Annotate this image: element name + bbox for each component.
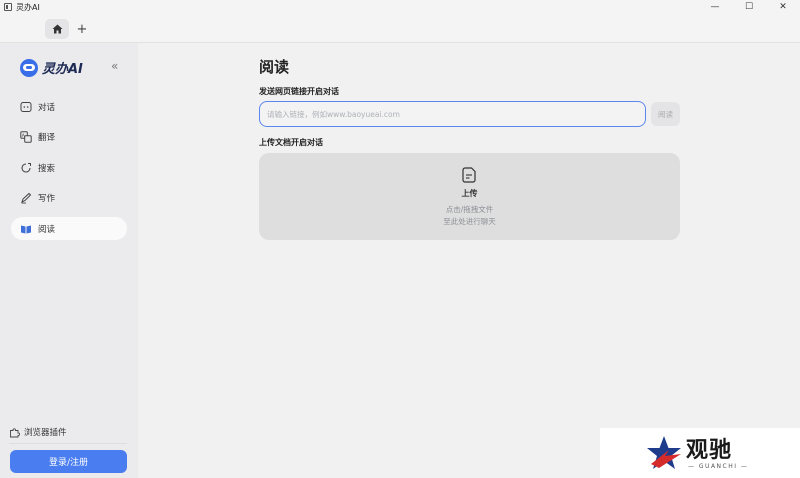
upload-title: 上传 (461, 189, 478, 198)
app-icon (4, 3, 12, 11)
sidebar-item-search[interactable]: 搜索 (11, 156, 127, 179)
book-icon (20, 223, 32, 235)
tab-bar: + (0, 14, 800, 43)
brand: 灵办AI (20, 58, 83, 77)
home-tab[interactable] (45, 19, 69, 39)
sidebar-nav: 对话 A 翻译 搜索 写作 阅读 (11, 95, 127, 248)
sidebar-item-write[interactable]: 写作 (11, 187, 127, 210)
sidebar-item-read[interactable]: 阅读 (11, 217, 127, 240)
upload-section-label: 上传文档开启对话 (259, 138, 323, 147)
title-bar: 灵办AI — ☐ ✕ (0, 0, 800, 14)
sidebar-item-label: 翻译 (38, 133, 56, 143)
sidebar-item-label: 搜索 (38, 163, 56, 174)
sidebar-item-chat[interactable]: 对话 (11, 95, 127, 118)
upload-hint: 点击/拖拽文件 (445, 205, 494, 214)
sidebar-item-label: 写作 (38, 194, 56, 204)
window-title: 灵办AI (16, 2, 40, 12)
watermark-text: 观驰 (686, 438, 733, 463)
new-tab-button[interactable]: + (72, 19, 92, 39)
main-content: 阅读 发送网页链接开启对话 阅读 上传文档开启对话 上传 点击/拖拽文件 至此处… (138, 43, 800, 478)
close-button[interactable]: ✕ (766, 0, 800, 14)
chat-icon (20, 101, 32, 113)
search-icon (20, 162, 32, 174)
brand-logo-icon (20, 58, 38, 77)
star-logo-icon (647, 436, 681, 469)
sidebar-item-label: 阅读 (38, 224, 56, 235)
translate-icon: A (20, 131, 32, 143)
watermark: 观驰 — GUANCHI — (600, 428, 800, 478)
watermark-subtext: — GUANCHI — (688, 463, 749, 470)
read-button[interactable]: 阅读 (651, 102, 680, 126)
window-controls: — ☐ ✕ (698, 0, 800, 14)
upload-hint: 至此处进行聊天 (443, 217, 496, 226)
browser-plugin-link[interactable]: 浏览器插件 (9, 426, 67, 438)
collapse-sidebar-button[interactable]: « (111, 59, 118, 73)
link-section-label: 发送网页链接开启对话 (259, 87, 339, 96)
divider (9, 443, 127, 444)
maximize-button[interactable]: ☐ (732, 0, 766, 14)
document-upload-icon (461, 166, 477, 183)
browser-plugin-label: 浏览器插件 (24, 428, 67, 438)
sidebar: 灵办AI « 对话 A 翻译 搜索 写作 阅读 浏览器插件 登录/注册 (0, 43, 138, 478)
upload-dropzone[interactable]: 上传 点击/拖拽文件 至此处进行聊天 (259, 153, 680, 240)
home-icon (52, 24, 62, 34)
puzzle-icon (10, 427, 20, 437)
sidebar-item-label: 对话 (38, 102, 56, 113)
pen-icon (20, 192, 32, 204)
url-input[interactable] (259, 101, 646, 127)
page-title: 阅读 (259, 58, 290, 76)
login-register-button[interactable]: 登录/注册 (10, 450, 127, 473)
sidebar-item-translate[interactable]: A 翻译 (11, 126, 127, 149)
brand-name: 灵办AI (42, 62, 83, 77)
minimize-button[interactable]: — (698, 0, 732, 14)
